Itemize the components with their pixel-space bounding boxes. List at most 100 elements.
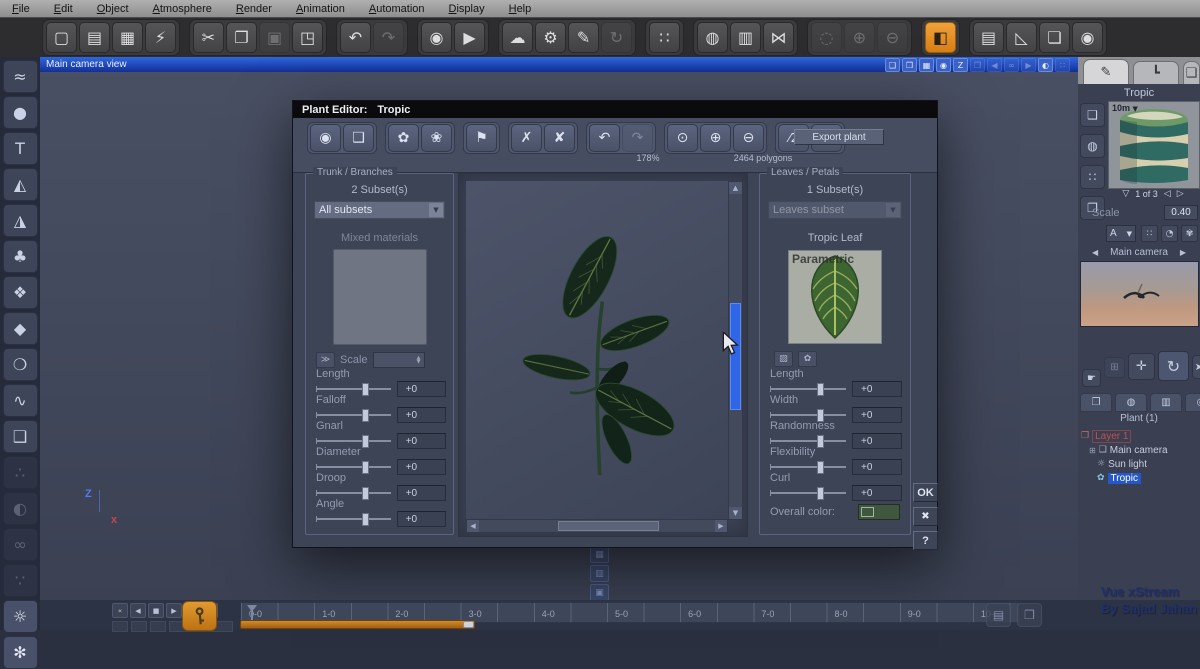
next-camera-icon[interactable]: ▶	[1180, 248, 1186, 257]
dialog-titlebar[interactable]: Plant Editor: Tropic	[293, 101, 937, 118]
sphere-icon[interactable]: ●	[3, 96, 38, 129]
light-bulb-icon[interactable]: ☼	[3, 600, 38, 633]
scatter-icon[interactable]: ∴	[3, 456, 38, 489]
timeline-scrollbar[interactable]	[240, 620, 475, 629]
camera-preview[interactable]	[1080, 261, 1199, 327]
timeline-scroll-handle[interactable]	[463, 621, 474, 628]
atmosphere-editor-icon[interactable]: ☁	[502, 22, 533, 53]
stop-button[interactable]: ■	[148, 603, 164, 618]
slider-track[interactable]	[770, 492, 846, 494]
water-plane-icon[interactable]: ≈	[3, 60, 38, 93]
redo-icon[interactable]: ↷	[373, 22, 404, 53]
slider-track[interactable]	[316, 466, 391, 468]
spinner-arrows-icon[interactable]: ▲▼	[414, 353, 424, 367]
view-copy-icon[interactable]: ❒	[902, 58, 917, 72]
prev-camera-icon[interactable]: ◀	[1092, 248, 1098, 257]
menu-animation[interactable]: Animation	[296, 3, 345, 15]
current-time-marker[interactable]	[247, 605, 257, 617]
menu-display[interactable]: Display	[449, 3, 485, 15]
zoom-in-icon[interactable]: ⊕	[844, 22, 875, 53]
terrain-icon[interactable]: ◭	[3, 168, 38, 201]
render-preview-icon[interactable]: ◉	[310, 124, 341, 152]
expand-icon[interactable]: ⊞	[1089, 446, 1096, 455]
aspect-cube-icon[interactable]: ❑	[1080, 103, 1105, 127]
orbit-icon[interactable]: ↻	[1158, 351, 1189, 381]
procedural-terrain-icon[interactable]: ◮	[3, 204, 38, 237]
object-size-dropdown[interactable]: 10m ▼	[1112, 103, 1138, 113]
new-file-icon[interactable]: ▢	[46, 22, 77, 53]
drop-object-icon[interactable]: ◉	[421, 22, 452, 53]
wireframe-icon[interactable]: ❑	[343, 124, 374, 152]
cut-icon[interactable]: ✂	[193, 22, 224, 53]
fly-icon[interactable]: ➤	[1192, 355, 1200, 379]
nav-right-icon[interactable]: ▶	[1021, 58, 1036, 72]
slider-value-field[interactable]: +0	[397, 511, 446, 527]
rock-pile-icon[interactable]: ◆	[3, 312, 38, 345]
zoom-fit-icon[interactable]: ⊙	[667, 124, 698, 152]
menu-file[interactable]: File	[12, 3, 30, 15]
zoom-region-icon[interactable]: ◌	[811, 22, 842, 53]
trunk-material-preview[interactable]	[333, 249, 427, 345]
material-editor-icon[interactable]: ✎	[568, 22, 599, 53]
extra-tab-icon[interactable]: ◎	[1185, 393, 1200, 412]
vertical-scroll-thumb[interactable]	[730, 303, 741, 409]
undo-icon[interactable]: ↶	[589, 124, 620, 152]
slider-track[interactable]	[770, 440, 846, 442]
vegetation-icon[interactable]: ♣	[3, 240, 38, 273]
slider-track[interactable]	[316, 518, 391, 520]
view-point-icon[interactable]: ◉	[936, 58, 951, 72]
frame-field[interactable]	[150, 621, 166, 632]
menu-edit[interactable]: Edit	[54, 3, 73, 15]
pan-pad-icon[interactable]: ✛	[1128, 353, 1155, 380]
leaves-subset-dropdown[interactable]: Leaves subset ▼	[768, 201, 902, 219]
menu-object[interactable]: Object	[97, 3, 129, 15]
save-subset-icon[interactable]: ✘	[544, 124, 575, 152]
text-object-icon[interactable]: T	[3, 132, 38, 165]
planet-icon[interactable]: ❍	[3, 348, 38, 381]
go-start-button[interactable]: «	[112, 603, 128, 618]
fullview-icon[interactable]: ▣	[590, 584, 609, 601]
rock-icon[interactable]: ❖	[3, 276, 38, 309]
export-plant-button[interactable]: Export plant	[794, 129, 884, 145]
paste-icon[interactable]: ▣	[259, 22, 290, 53]
slider-track[interactable]	[770, 466, 846, 468]
open-file-icon[interactable]: ▤	[79, 22, 110, 53]
stats-tab-icon[interactable]: ▥	[1150, 393, 1182, 412]
object-options-icon[interactable]: ⚙	[535, 22, 566, 53]
tree-item-tropic[interactable]: ✿ Tropic	[1081, 471, 1198, 485]
animation-setup-icon[interactable]: ▤	[973, 22, 1004, 53]
help-button[interactable]: ?	[913, 531, 938, 550]
tree-item-layer1[interactable]: ❒ Layer 1	[1081, 429, 1198, 443]
boolean-icon[interactable]: ◐	[3, 492, 38, 525]
scale-transfer-icon[interactable]: ≫	[316, 352, 335, 368]
quadview-icon[interactable]: ▦	[590, 546, 609, 563]
pager-drop-icon[interactable]: ▽	[1122, 189, 1129, 199]
slider-handle[interactable]	[817, 487, 824, 500]
slider-handle[interactable]	[362, 513, 369, 526]
render-options-icon[interactable]: ▥	[730, 22, 761, 53]
tab-camera[interactable]: ❑	[1183, 61, 1200, 84]
slider-track[interactable]	[316, 492, 391, 494]
slider-track[interactable]	[316, 414, 391, 416]
replicate-icon[interactable]: ∵	[3, 564, 38, 597]
menu-automation[interactable]: Automation	[369, 3, 425, 15]
redo-icon[interactable]: ↷	[622, 124, 653, 152]
slider-track[interactable]	[770, 388, 846, 390]
scale-value-field[interactable]: 0.40	[1164, 205, 1198, 220]
scroll-up-icon[interactable]: ▲	[729, 182, 742, 194]
tree-item-main-camera[interactable]: ⊞ ❑ Main camera	[1081, 443, 1198, 457]
trunk-subset-dropdown[interactable]: All subsets ▼	[314, 201, 445, 219]
prev-frame-button[interactable]: ◀	[130, 603, 146, 618]
view-cube-icon[interactable]: ❑	[885, 58, 900, 72]
menu-help[interactable]: Help	[509, 3, 532, 15]
frame-field[interactable]	[112, 621, 128, 632]
scroll-down-icon[interactable]: ▼	[729, 507, 742, 519]
frame-field[interactable]	[131, 621, 147, 632]
export-subset-icon[interactable]: ✗	[511, 124, 542, 152]
play-button[interactable]: ▶	[166, 603, 182, 618]
zoom-camera-icon[interactable]: ⊞	[1104, 357, 1125, 378]
pager-next-icon[interactable]: ▷	[1177, 189, 1184, 199]
slider-track[interactable]	[770, 414, 846, 416]
undo-icon[interactable]: ↶	[340, 22, 371, 53]
render-icon[interactable]: ◍	[697, 22, 728, 53]
